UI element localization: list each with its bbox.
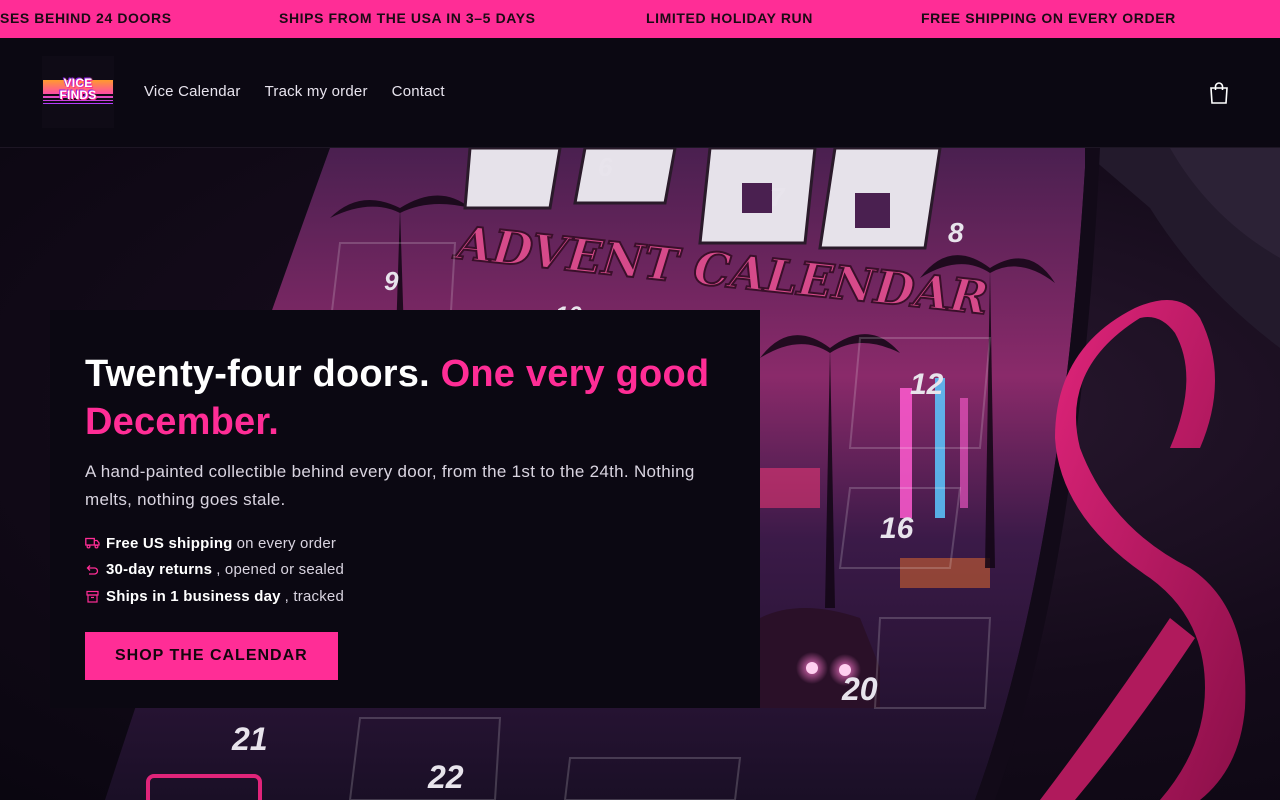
announcement-item: SHIPS FROM THE USA IN 3–5 DAYS [279, 10, 536, 26]
return-icon [85, 562, 100, 577]
announcement-item: FREE SHIPPING ON EVERY ORDER [921, 10, 1176, 26]
cart-button[interactable] [1208, 81, 1230, 105]
benefit-item: Free US shipping on every order [85, 530, 725, 557]
hero-card: Twenty-four doors. One very good Decembe… [50, 310, 760, 708]
logo-sunset-graphic: VICE FINDS [43, 77, 113, 104]
door-number-8: 8 [948, 217, 964, 248]
benefit-bold: 30-day returns [106, 561, 213, 579]
nav-link-vice-calendar[interactable]: Vice Calendar [144, 83, 241, 100]
truck-icon [85, 536, 100, 551]
satin-ribbon [1040, 300, 1246, 800]
door-number-9: 9 [384, 266, 399, 296]
hero-subtext: A hand-painted collectible behind every … [85, 462, 695, 509]
benefit-text: , opened or sealed [216, 561, 345, 579]
benefit-item: Ships in 1 business day, tracked [85, 583, 725, 610]
shop-calendar-button[interactable]: SHOP THE CALENDAR [85, 631, 338, 680]
logo-text-line2: FINDS [59, 88, 97, 102]
site-logo[interactable]: VICE FINDS [42, 56, 114, 128]
announcement-item: SES BEHIND 24 DOORS [0, 10, 172, 26]
shopping-bag-icon [1210, 82, 1228, 104]
door-number-16: 16 [880, 512, 914, 545]
door-number-22: 22 [427, 759, 464, 795]
door-number-7: 7 [770, 182, 786, 212]
door-number-20: 20 [841, 671, 878, 707]
door-number-21: 21 [231, 721, 268, 757]
benefit-bold: Ships in 1 business day [106, 587, 281, 605]
benefit-list: Free US shipping on every order 30-day re… [85, 530, 725, 610]
benefit-item: 30-day returns, opened or sealed [85, 557, 725, 584]
door-number-6: 6 [598, 152, 613, 182]
hero-headline: Twenty-four doors. One very good Decembe… [85, 350, 725, 446]
nav-link-track-order[interactable]: Track my order [265, 83, 368, 100]
announcement-item: LIMITED HOLIDAY RUN [646, 10, 813, 26]
benefit-text: on every order [236, 534, 337, 552]
benefit-text: , tracked [284, 587, 344, 605]
door-number-12: 12 [910, 368, 944, 401]
site-header: VICE FINDS Vice Calendar Track my order … [0, 38, 1280, 148]
announcement-bar: SES BEHIND 24 DOORS SHIPS FROM THE USA I… [0, 0, 1280, 38]
box-icon [85, 589, 100, 604]
main-nav: Vice Calendar Track my order Contact [144, 83, 445, 100]
benefit-bold: Free US shipping [106, 534, 233, 552]
nav-link-contact[interactable]: Contact [392, 83, 445, 100]
headline-white: Twenty-four doors. [85, 353, 441, 395]
